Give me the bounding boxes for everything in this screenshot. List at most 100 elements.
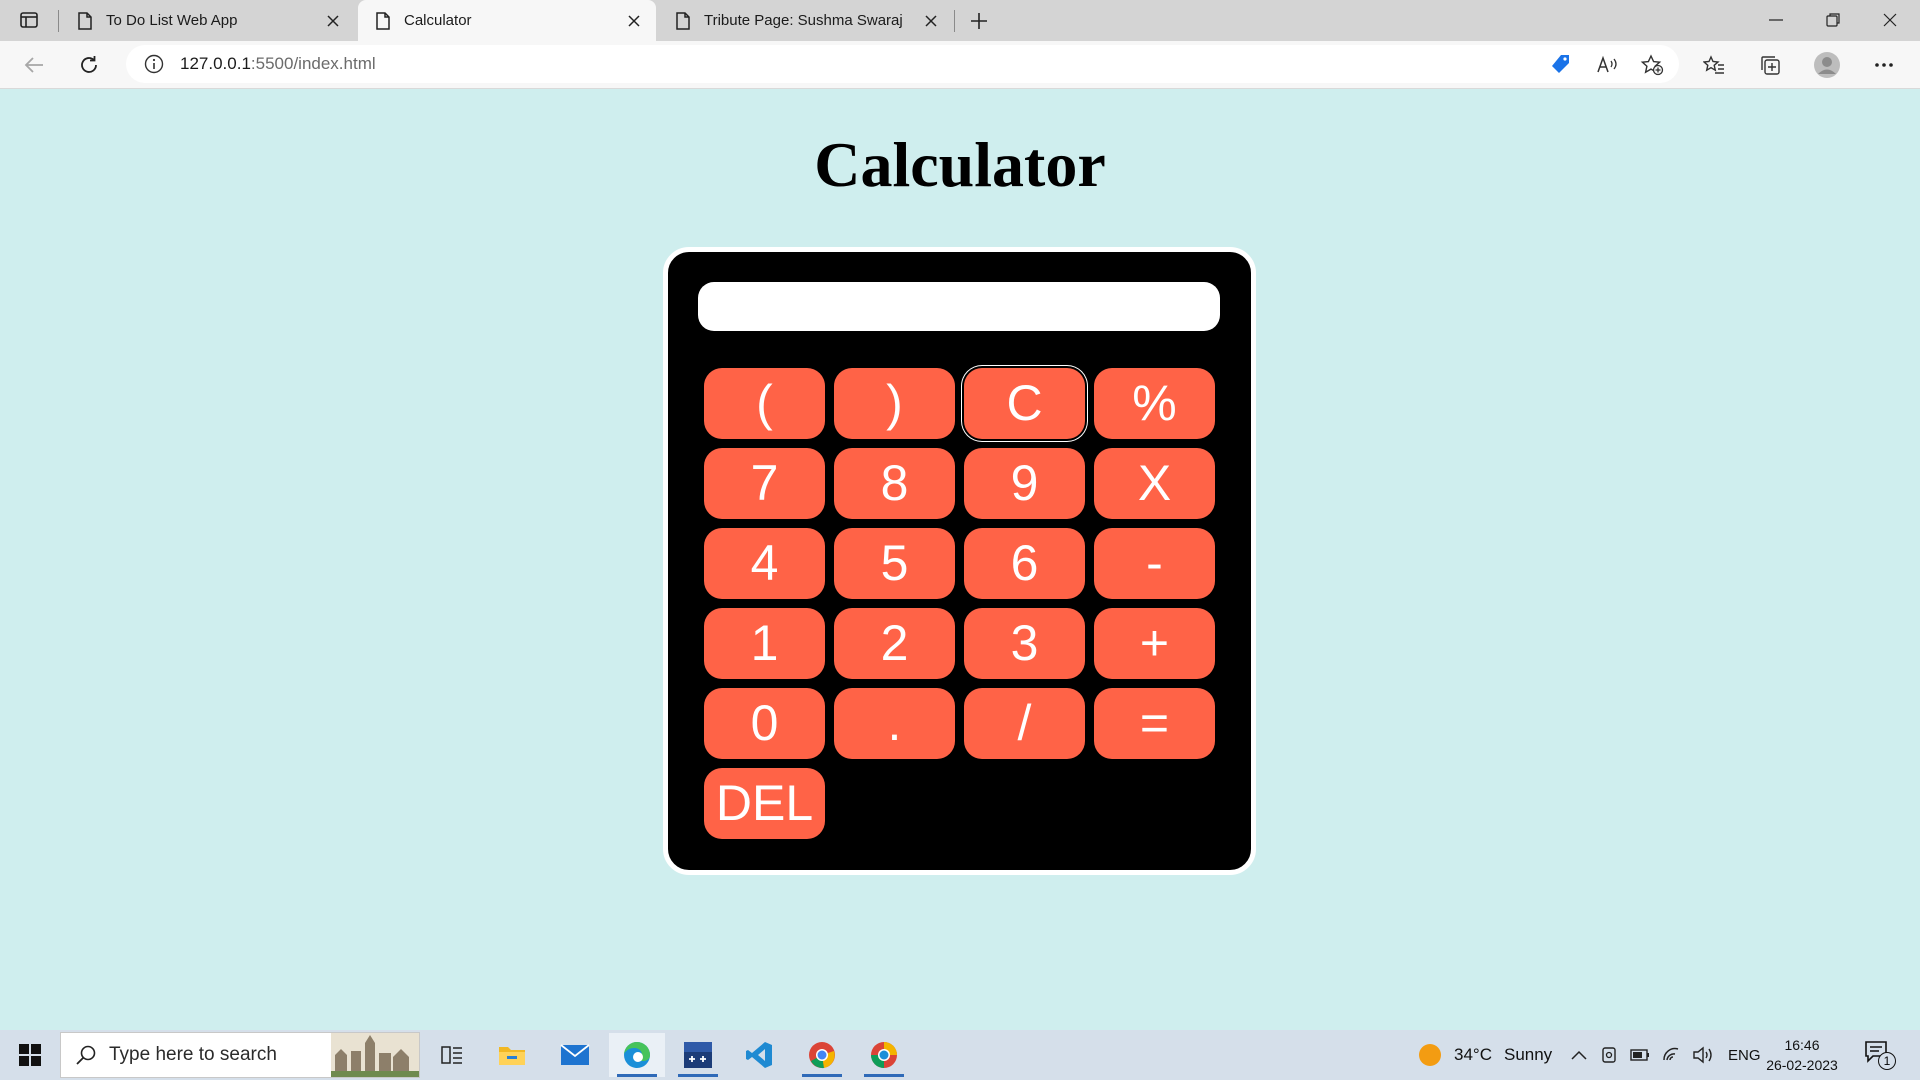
tab-close-icon[interactable] [321,9,345,33]
taskbar: Type here to search 34°C Sunny ENG 16:46… [0,1030,1920,1080]
favorites-icon [1703,55,1724,74]
key-close-paren[interactable]: ) [834,368,955,439]
read-aloud-icon[interactable] [1595,53,1619,77]
edge-icon [624,1042,650,1068]
language-indicator[interactable]: ENG [1728,1047,1761,1064]
close-window-button[interactable] [1862,0,1918,40]
chrome-icon [809,1042,835,1069]
notification-count: 1 [1878,1052,1896,1070]
minimize-button[interactable] [1748,0,1804,40]
collections-button[interactable] [1754,49,1786,81]
key-multiply[interactable]: X [1094,448,1215,519]
mail-icon [560,1044,590,1065]
taskbar-vscode[interactable] [731,1033,787,1077]
taskbar-mail[interactable] [547,1033,603,1077]
weather-condition: Sunny [1503,1045,1553,1064]
taskbar-search[interactable]: Type here to search [60,1032,420,1078]
key-equals[interactable]: = [1094,688,1215,759]
tray-icons: ENG [1570,1030,1761,1080]
weather-widget[interactable]: 34°C Sunny [1418,1030,1552,1080]
add-favorite-icon[interactable] [1640,53,1664,77]
clock[interactable]: 16:46 26-02-2023 [1762,1035,1842,1075]
calculator: ( ) C % 7 8 9 X 4 5 6 - 1 2 3 + 0 . / = … [663,247,1256,875]
taskbar-chrome[interactable] [794,1033,850,1077]
tab-close-icon[interactable] [919,9,943,33]
tab-actions-button[interactable] [14,8,44,32]
plus-icon [971,13,987,29]
key-add[interactable]: + [1094,608,1215,679]
key-9[interactable]: 9 [964,448,1085,519]
tab-to-do-list[interactable]: To Do List Web App [60,0,355,41]
profile-button[interactable] [1811,49,1843,81]
address-bar[interactable]: 127.0.0.1:5500/index.html [126,45,1679,83]
folder-icon [499,1047,525,1065]
search-icon [75,1044,97,1066]
minimize-icon [1769,19,1783,21]
notifications-button[interactable]: 1 [1864,1040,1904,1070]
tab-separator [58,10,59,32]
calculator-display[interactable] [698,282,1220,331]
key-8[interactable]: 8 [834,448,955,519]
favorites-button[interactable] [1698,49,1730,81]
tab-title: Calculator [404,12,472,29]
url-text: 127.0.0.1:5500/index.html [180,54,376,74]
taskbar-dev-cpp[interactable] [670,1033,726,1077]
key-delete[interactable]: DEL [704,768,825,839]
key-3[interactable]: 3 [964,608,1085,679]
back-button[interactable] [18,49,50,81]
search-highlight-image [331,1033,419,1077]
close-icon [1883,13,1897,27]
battery-icon[interactable] [1630,1048,1650,1062]
page-title: Calculator [814,129,1106,200]
search-placeholder: Type here to search [109,1044,277,1065]
browser-toolbar: 127.0.0.1:5500/index.html [0,41,1920,89]
start-button[interactable] [12,1040,48,1070]
edge-beta-icon [871,1042,897,1068]
tab-close-icon[interactable] [622,9,646,33]
wifi-icon[interactable] [1662,1046,1682,1064]
taskbar-edge[interactable] [609,1033,665,1077]
weather-temp: 34°C [1454,1045,1492,1064]
key-2[interactable]: 2 [834,608,955,679]
key-7[interactable]: 7 [704,448,825,519]
key-1[interactable]: 1 [704,608,825,679]
new-tab-button[interactable] [964,6,994,36]
key-5[interactable]: 5 [834,528,955,599]
tab-calculator[interactable]: Calculator [358,0,656,41]
tab-tribute-page[interactable]: Tribute Page: Sushma Swaraj [658,0,953,41]
refresh-button[interactable] [73,49,105,81]
taskbar-task-view[interactable] [424,1033,480,1077]
tab-title: To Do List Web App [106,12,238,29]
meet-now-icon[interactable] [1600,1046,1618,1064]
ellipsis-icon [1875,63,1893,67]
page-icon [376,11,390,30]
sun-icon [1419,1044,1441,1066]
key-6[interactable]: 6 [964,528,1085,599]
page-icon [676,11,690,30]
chevron-up-icon[interactable] [1570,1049,1588,1061]
restore-icon [1826,13,1840,27]
key-percent[interactable]: % [1094,368,1215,439]
key-0[interactable]: 0 [704,688,825,759]
vscode-icon [746,1042,772,1068]
taskbar-file-explorer[interactable] [484,1033,540,1077]
key-clear[interactable]: C [964,368,1085,439]
info-icon[interactable] [144,54,164,74]
shopping-tag-icon[interactable] [1548,53,1572,77]
taskbar-edge-beta[interactable] [856,1033,912,1077]
tab-title: Tribute Page: Sushma Swaraj [704,12,903,29]
clock-time: 16:46 [1784,1037,1820,1053]
more-options-button[interactable] [1868,49,1900,81]
restore-button[interactable] [1805,0,1861,40]
key-open-paren[interactable]: ( [704,368,825,439]
key-decimal[interactable]: . [834,688,955,759]
windows-logo-icon [19,1044,41,1066]
calculator-keypad: ( ) C % 7 8 9 X 4 5 6 - 1 2 3 + 0 . / = … [704,368,1215,839]
key-subtract[interactable]: - [1094,528,1215,599]
key-divide[interactable]: / [964,688,1085,759]
key-4[interactable]: 4 [704,528,825,599]
volume-icon[interactable] [1692,1046,1714,1064]
back-arrow-icon [24,57,43,73]
url-host: 127.0.0.1 [180,54,251,73]
page-icon [78,11,92,30]
